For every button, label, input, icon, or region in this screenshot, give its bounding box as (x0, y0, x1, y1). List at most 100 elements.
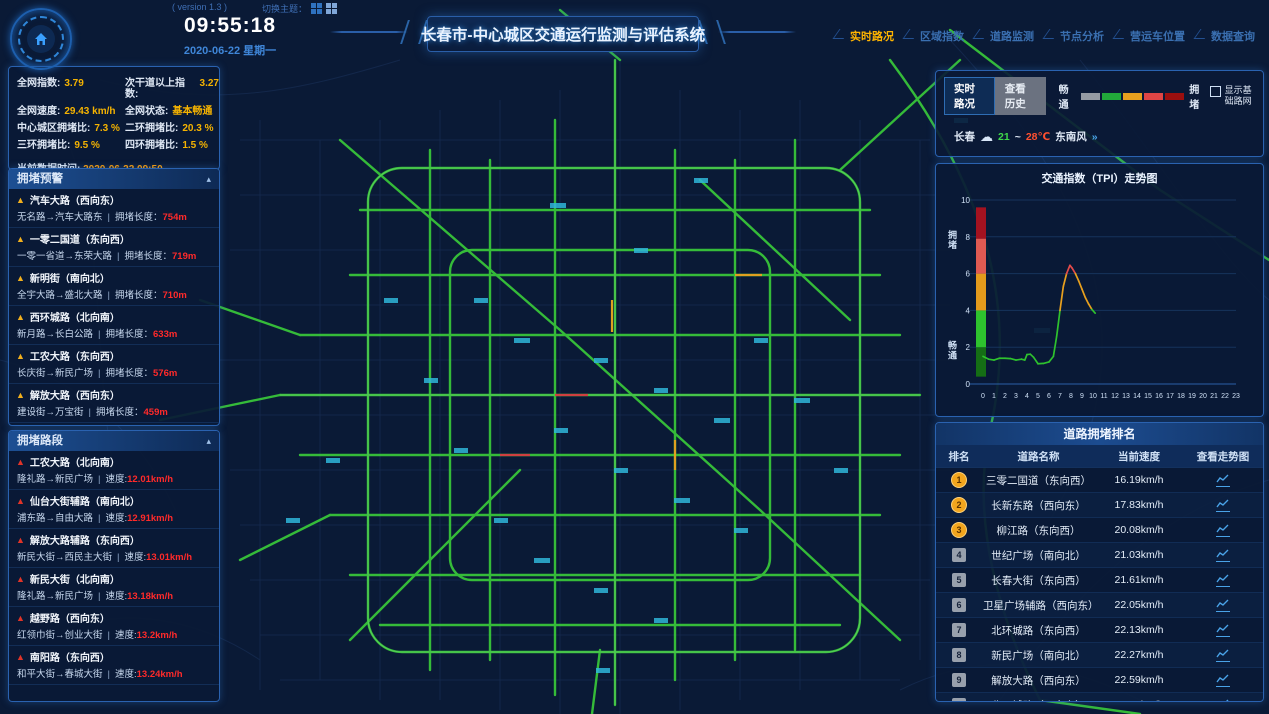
nav-road-monitor[interactable]: 道路监测 (990, 28, 1034, 44)
road-detail: 和平大街→春城大街|速度:13.24km/h (16, 666, 212, 680)
weather-more-icon[interactable]: » (1092, 131, 1098, 143)
road-detail: 新民大街→西民主大街|速度:13.01km/h (16, 549, 212, 563)
metric-value: 633m (153, 329, 177, 340)
list-item[interactable]: ▲仙台大街辅路（南向北）浦东路→自由大路|速度:12.91km/h (9, 490, 219, 529)
version-label: ( version 1.3 ) (172, 2, 227, 12)
rank-badge: 4 (952, 548, 966, 562)
list-item[interactable]: ▲解放大路（西向东）建设街→万宝街|拥堵长度：459m (9, 384, 219, 423)
metric-value: 12.01km/h (127, 474, 173, 485)
list-item[interactable]: ▲双丰西路（北向南）富民大街→站前街|拥堵长度：459m (9, 423, 219, 426)
nav-vehicle-location[interactable]: 营运车位置 (1130, 28, 1185, 44)
nav-data-query[interactable]: 数据查询 (1211, 28, 1255, 44)
roadview-controls: 实时路况 查看历史 畅通 拥堵 显示基础路网 (936, 71, 1263, 115)
home-button[interactable] (10, 8, 72, 70)
checkbox-label: 显示基础路网 (1225, 85, 1255, 107)
nav-node-analysis[interactable]: 节点分析 (1060, 28, 1104, 44)
road-ranking-panel: 道路拥堵排名 排名 道路名称 当前速度 查看走势图 1三零二国道（东向西）16.… (935, 422, 1264, 702)
traffic-legend: 畅通 拥堵 (1056, 81, 1210, 111)
svg-text:8: 8 (966, 233, 971, 242)
warning-triangle-icon: ▲ (16, 652, 25, 662)
trend-chart-icon[interactable] (1216, 624, 1230, 637)
road-name-cell: 三零二国道（东向西） (982, 468, 1095, 493)
warning-triangle-icon: ▲ (16, 195, 25, 205)
trend-chart-icon[interactable] (1216, 524, 1230, 537)
wind: 东南风 (1055, 129, 1087, 144)
metric-value: 576m (153, 368, 177, 379)
panel-title: 拥堵预警 (17, 169, 63, 189)
svg-text:10: 10 (961, 196, 970, 205)
table-row: 7北环城路（东向西）22.13km/h (936, 618, 1263, 643)
svg-text:6: 6 (966, 270, 971, 279)
legend-jam-label: 拥堵 (1189, 81, 1206, 111)
weather-icon: ☁ (980, 132, 993, 142)
rank-badge: 10 (952, 698, 966, 702)
svg-text:0: 0 (966, 380, 971, 389)
panel-title: 拥堵路段 (17, 431, 63, 451)
warning-triangle-icon: ▲ (16, 234, 25, 244)
nav-region-index[interactable]: 区域指数 (920, 28, 964, 44)
collapse-icon[interactable] (206, 431, 211, 451)
checkbox-icon[interactable] (1210, 86, 1221, 97)
theme-dark-icon[interactable] (311, 3, 322, 14)
road-name: 南阳路（东向西） (30, 649, 110, 664)
speed-cell: 22.05km/h (1095, 593, 1183, 618)
nav-realtime-traffic[interactable]: 实时路况 (850, 28, 894, 44)
road-name-cell: 北环城路（东向西） (982, 618, 1095, 643)
speed-cell: 17.83km/h (1095, 493, 1183, 518)
road-detail: 一零一省道→东荣大路|拥堵长度：719m (16, 248, 212, 262)
road-name: 西环城路（北向南） (30, 309, 120, 324)
collapse-icon[interactable] (206, 169, 211, 189)
road-name: 仙台大街辅路（南向北） (30, 493, 140, 508)
home-icon (33, 31, 49, 47)
trend-chart-icon[interactable] (1216, 599, 1230, 612)
congestion-warning-panel: 拥堵预警 ▲汽车大路（西向东）无名路→汽车大路东|拥堵长度：754m▲一零二国道… (8, 168, 220, 426)
road-detail: 新月路→长白公路|拥堵长度：633m (16, 326, 212, 340)
tab-realtime[interactable]: 实时路况 (944, 77, 995, 115)
stat-value: 9.5 % (74, 140, 100, 151)
stat-value: 基本畅通 (172, 106, 212, 117)
list-item[interactable]: ▲ 南阳路（东向西） 和平大街→春城大街|速度:13.24km/h (9, 646, 219, 685)
congestion-list: ▲工农大路（北向南）隆礼路→新民广场|速度:12.01km/h▲仙台大街辅路（南… (9, 451, 219, 685)
ranking-title: 道路拥堵排名 (936, 423, 1263, 445)
tab-history[interactable]: 查看历史 (995, 77, 1046, 115)
warning-triangle-icon: ▲ (16, 312, 25, 322)
theme-light-icon[interactable] (326, 3, 337, 14)
table-row: 2长新东路（西向东）17.83km/h (936, 493, 1263, 518)
svg-text:14: 14 (1133, 393, 1141, 400)
list-item[interactable]: ▲越野路（西向东）红领巾街→创业大街|速度:13.2km/h (9, 607, 219, 646)
list-item[interactable]: ▲汽车大路（西向东）无名路→汽车大路东|拥堵长度：754m (9, 189, 219, 228)
ranking-table: 排名 道路名称 当前速度 查看走势图 1三零二国道（东向西）16.19km/h2… (936, 445, 1263, 702)
trend-chart-icon[interactable] (1216, 574, 1230, 587)
trend-chart-icon[interactable] (1216, 674, 1230, 687)
road-name-cell: 柳江路（东向西） (982, 518, 1095, 543)
list-item[interactable]: ▲ 西环城路（北向南） 新月路→长白公路|拥堵长度：633m (9, 306, 219, 345)
trend-chart-icon[interactable] (1216, 499, 1230, 512)
header: ( version 1.3 ) 切换主题： 09:55:18 2020-06-2… (0, 0, 1269, 62)
header-deco-line-left (330, 31, 408, 33)
table-row: 4世纪广场（南向北）21.03km/h (936, 543, 1263, 568)
stat-label: 次干道以上指数: (125, 78, 196, 100)
list-item[interactable]: ▲工农大路（东向西）长庆街→新民广场|拥堵长度：576m (9, 345, 219, 384)
speed-cell: 16.19km/h (1095, 468, 1183, 493)
rank-badge: 6 (952, 598, 966, 612)
trend-chart-icon[interactable] (1216, 549, 1230, 562)
warning-triangle-icon: ▲ (16, 351, 25, 361)
svg-text:13: 13 (1122, 393, 1130, 400)
road-name: 工农大路（北向南） (30, 454, 120, 469)
list-item[interactable]: ▲新民大街（北向南）隆礼路→新民广场|速度:13.18km/h (9, 568, 219, 607)
list-item[interactable]: ▲工农大路（北向南）隆礼路→新民广场|速度:12.01km/h (9, 451, 219, 490)
road-detail: 全宇大路→盛北大路|拥堵长度：710m (16, 287, 212, 301)
svg-text:16: 16 (1155, 393, 1163, 400)
road-detail: 长庆街→新民广场|拥堵长度：576m (16, 365, 212, 379)
speed-cell: 22.13km/h (1095, 618, 1183, 643)
trend-chart-icon[interactable] (1216, 474, 1230, 487)
table-row: 9解放大路（西向东）22.59km/h (936, 668, 1263, 693)
road-name: 解放大路（西向东） (30, 387, 120, 402)
trend-chart-icon[interactable] (1216, 699, 1230, 703)
list-item[interactable]: ▲一零二国道（东向西）一零一省道→东荣大路|拥堵长度：719m (9, 228, 219, 267)
list-item[interactable]: ▲解放大路辅路（东向西）新民大街→西民主大街|速度:13.01km/h (9, 529, 219, 568)
metric-value: 13.01km/h (146, 552, 192, 563)
trend-chart-icon[interactable] (1216, 649, 1230, 662)
list-item[interactable]: ▲新明街（南向北）全宇大路→盛北大路|拥堵长度：710m (9, 267, 219, 306)
base-network-toggle[interactable]: 显示基础路网 (1210, 85, 1255, 107)
